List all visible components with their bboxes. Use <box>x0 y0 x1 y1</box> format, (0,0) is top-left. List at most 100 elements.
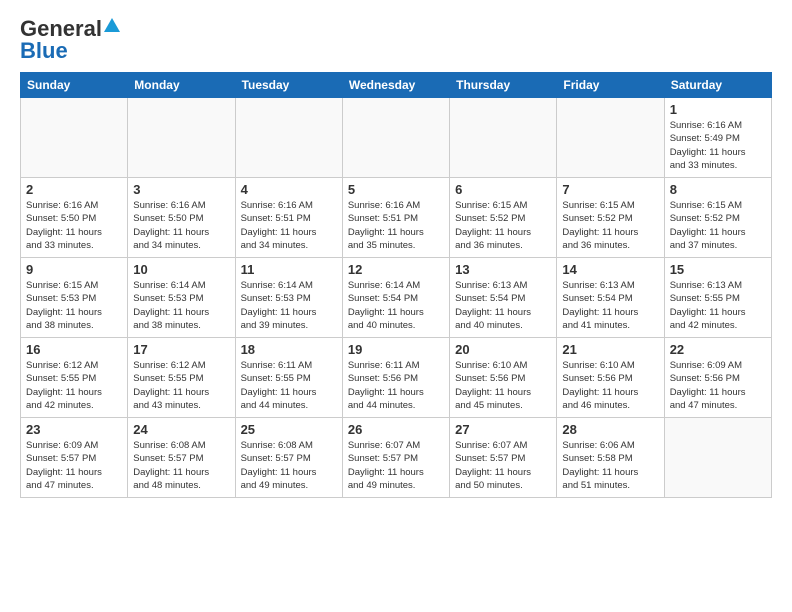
calendar-day-3: 3 Sunrise: 6:16 AMSunset: 5:50 PMDaylight… <box>128 178 235 258</box>
day-number: 9 <box>26 262 122 277</box>
day-number: 8 <box>670 182 766 197</box>
day-info: Sunrise: 6:16 AMSunset: 5:51 PMDaylight:… <box>241 199 337 252</box>
day-number: 26 <box>348 422 444 437</box>
day-number: 13 <box>455 262 551 277</box>
day-info: Sunrise: 6:15 AMSunset: 5:52 PMDaylight:… <box>670 199 766 252</box>
day-number: 22 <box>670 342 766 357</box>
day-info: Sunrise: 6:16 AMSunset: 5:50 PMDaylight:… <box>26 199 122 252</box>
calendar-day-18: 18 Sunrise: 6:11 AMSunset: 5:55 PMDayligh… <box>235 338 342 418</box>
weekday-header-saturday: Saturday <box>664 73 771 98</box>
calendar-day-20: 20 Sunrise: 6:10 AMSunset: 5:56 PMDayligh… <box>450 338 557 418</box>
day-info: Sunrise: 6:08 AMSunset: 5:57 PMDaylight:… <box>241 439 337 492</box>
calendar-day-11: 11 Sunrise: 6:14 AMSunset: 5:53 PMDayligh… <box>235 258 342 338</box>
day-number: 6 <box>455 182 551 197</box>
day-number: 23 <box>26 422 122 437</box>
day-info: Sunrise: 6:10 AMSunset: 5:56 PMDaylight:… <box>455 359 551 412</box>
calendar-week-row: 9 Sunrise: 6:15 AMSunset: 5:53 PMDaylight… <box>21 258 772 338</box>
day-number: 14 <box>562 262 658 277</box>
day-info: Sunrise: 6:14 AMSunset: 5:53 PMDaylight:… <box>133 279 229 332</box>
day-info: Sunrise: 6:14 AMSunset: 5:54 PMDaylight:… <box>348 279 444 332</box>
calendar-day-7: 7Sunrise: 6:15 AMSunset: 5:52 PMDaylight… <box>557 178 664 258</box>
calendar-day-5: 5 Sunrise: 6:16 AMSunset: 5:51 PMDaylight… <box>342 178 449 258</box>
calendar-day-empty <box>128 98 235 178</box>
calendar-day-17: 17Sunrise: 6:12 AMSunset: 5:55 PMDayligh… <box>128 338 235 418</box>
calendar-day-10: 10 Sunrise: 6:14 AMSunset: 5:53 PMDayligh… <box>128 258 235 338</box>
day-info: Sunrise: 6:13 AMSunset: 5:55 PMDaylight:… <box>670 279 766 332</box>
day-info: Sunrise: 6:12 AMSunset: 5:55 PMDaylight:… <box>26 359 122 412</box>
logo-blue-text: Blue <box>20 38 68 64</box>
calendar-header-row: SundayMondayTuesdayWednesdayThursdayFrid… <box>21 73 772 98</box>
calendar-day-24: 24Sunrise: 6:08 AMSunset: 5:57 PMDayligh… <box>128 418 235 498</box>
day-number: 18 <box>241 342 337 357</box>
day-info: Sunrise: 6:07 AMSunset: 5:57 PMDaylight:… <box>348 439 444 492</box>
calendar-table: SundayMondayTuesdayWednesdayThursdayFrid… <box>20 72 772 498</box>
day-info: Sunrise: 6:16 AMSunset: 5:49 PMDaylight:… <box>670 119 766 172</box>
calendar-day-empty <box>342 98 449 178</box>
day-info: Sunrise: 6:15 AMSunset: 5:52 PMDaylight:… <box>455 199 551 252</box>
day-number: 21 <box>562 342 658 357</box>
day-number: 17 <box>133 342 229 357</box>
day-info: Sunrise: 6:13 AMSunset: 5:54 PMDaylight:… <box>562 279 658 332</box>
calendar-week-row: 23 Sunrise: 6:09 AMSunset: 5:57 PMDayligh… <box>21 418 772 498</box>
day-number: 19 <box>348 342 444 357</box>
day-number: 15 <box>670 262 766 277</box>
day-info: Sunrise: 6:06 AMSunset: 5:58 PMDaylight:… <box>562 439 658 492</box>
day-info: Sunrise: 6:09 AMSunset: 5:57 PMDaylight:… <box>26 439 122 492</box>
day-info: Sunrise: 6:16 AMSunset: 5:50 PMDaylight:… <box>133 199 229 252</box>
day-number: 1 <box>670 102 766 117</box>
calendar-day-9: 9 Sunrise: 6:15 AMSunset: 5:53 PMDaylight… <box>21 258 128 338</box>
calendar-day-21: 21 Sunrise: 6:10 AMSunset: 5:56 PMDayligh… <box>557 338 664 418</box>
day-number: 25 <box>241 422 337 437</box>
day-info: Sunrise: 6:11 AMSunset: 5:55 PMDaylight:… <box>241 359 337 412</box>
day-number: 16 <box>26 342 122 357</box>
day-info: Sunrise: 6:11 AMSunset: 5:56 PMDaylight:… <box>348 359 444 412</box>
weekday-header-wednesday: Wednesday <box>342 73 449 98</box>
day-number: 7 <box>562 182 658 197</box>
calendar-week-row: 16 Sunrise: 6:12 AMSunset: 5:55 PMDayligh… <box>21 338 772 418</box>
calendar-day-4: 4 Sunrise: 6:16 AMSunset: 5:51 PMDaylight… <box>235 178 342 258</box>
day-number: 20 <box>455 342 551 357</box>
day-number: 4 <box>241 182 337 197</box>
calendar-week-row: 2 Sunrise: 6:16 AMSunset: 5:50 PMDaylight… <box>21 178 772 258</box>
day-number: 5 <box>348 182 444 197</box>
calendar-day-15: 15 Sunrise: 6:13 AMSunset: 5:55 PMDayligh… <box>664 258 771 338</box>
day-info: Sunrise: 6:16 AMSunset: 5:51 PMDaylight:… <box>348 199 444 252</box>
calendar-day-1: 1 Sunrise: 6:16 AMSunset: 5:49 PMDaylight… <box>664 98 771 178</box>
day-number: 3 <box>133 182 229 197</box>
day-number: 10 <box>133 262 229 277</box>
day-number: 24 <box>133 422 229 437</box>
calendar-day-empty <box>21 98 128 178</box>
day-number: 11 <box>241 262 337 277</box>
day-number: 2 <box>26 182 122 197</box>
calendar-week-row: 1 Sunrise: 6:16 AMSunset: 5:49 PMDaylight… <box>21 98 772 178</box>
weekday-header-monday: Monday <box>128 73 235 98</box>
calendar-day-13: 13 Sunrise: 6:13 AMSunset: 5:54 PMDayligh… <box>450 258 557 338</box>
day-number: 12 <box>348 262 444 277</box>
calendar-day-28: 28 Sunrise: 6:06 AMSunset: 5:58 PMDayligh… <box>557 418 664 498</box>
weekday-header-tuesday: Tuesday <box>235 73 342 98</box>
weekday-header-thursday: Thursday <box>450 73 557 98</box>
logo: General Blue <box>20 16 120 64</box>
calendar-day-2: 2 Sunrise: 6:16 AMSunset: 5:50 PMDaylight… <box>21 178 128 258</box>
day-info: Sunrise: 6:13 AMSunset: 5:54 PMDaylight:… <box>455 279 551 332</box>
day-number: 28 <box>562 422 658 437</box>
day-info: Sunrise: 6:09 AMSunset: 5:56 PMDaylight:… <box>670 359 766 412</box>
calendar-day-empty <box>557 98 664 178</box>
calendar-day-8: 8 Sunrise: 6:15 AMSunset: 5:52 PMDaylight… <box>664 178 771 258</box>
calendar-day-6: 6 Sunrise: 6:15 AMSunset: 5:52 PMDaylight… <box>450 178 557 258</box>
calendar-day-empty <box>450 98 557 178</box>
day-info: Sunrise: 6:14 AMSunset: 5:53 PMDaylight:… <box>241 279 337 332</box>
day-info: Sunrise: 6:07 AMSunset: 5:57 PMDaylight:… <box>455 439 551 492</box>
calendar-day-14: 14 Sunrise: 6:13 AMSunset: 5:54 PMDayligh… <box>557 258 664 338</box>
header: General Blue <box>20 16 772 64</box>
calendar-day-empty <box>664 418 771 498</box>
calendar-day-22: 22 Sunrise: 6:09 AMSunset: 5:56 PMDayligh… <box>664 338 771 418</box>
day-number: 27 <box>455 422 551 437</box>
calendar-day-27: 27 Sunrise: 6:07 AMSunset: 5:57 PMDayligh… <box>450 418 557 498</box>
day-info: Sunrise: 6:15 AMSunset: 5:53 PMDaylight:… <box>26 279 122 332</box>
calendar-day-23: 23 Sunrise: 6:09 AMSunset: 5:57 PMDayligh… <box>21 418 128 498</box>
calendar-day-12: 12 Sunrise: 6:14 AMSunset: 5:54 PMDayligh… <box>342 258 449 338</box>
day-info: Sunrise: 6:10 AMSunset: 5:56 PMDaylight:… <box>562 359 658 412</box>
calendar-day-16: 16 Sunrise: 6:12 AMSunset: 5:55 PMDayligh… <box>21 338 128 418</box>
page: General Blue SundayMondayTuesdayWednesda… <box>0 0 792 612</box>
